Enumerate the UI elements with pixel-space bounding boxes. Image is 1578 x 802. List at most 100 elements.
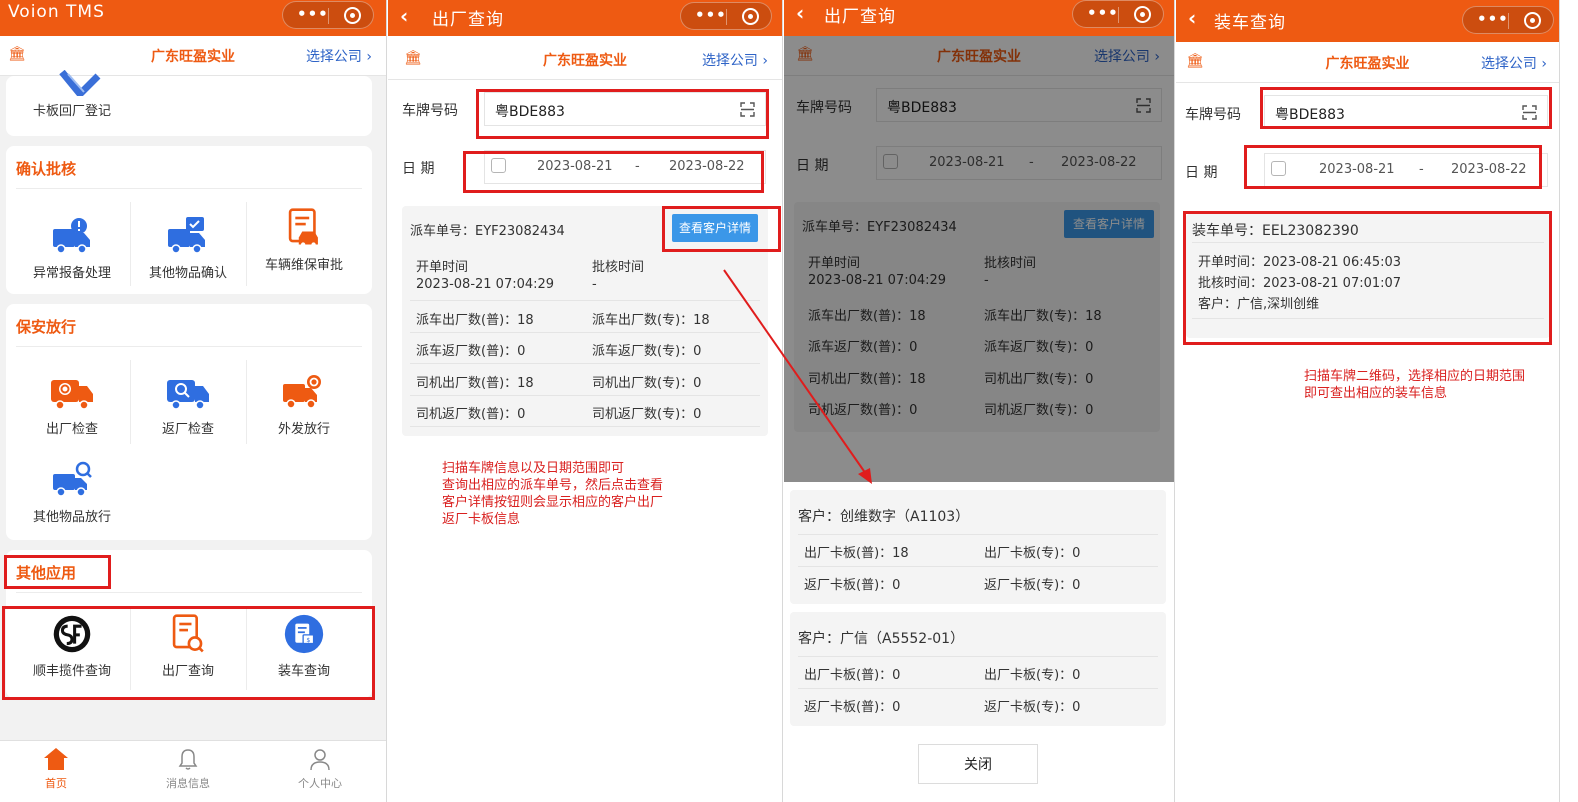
truck-check-icon	[168, 217, 205, 254]
back-icon[interactable]: ‹	[400, 4, 408, 28]
home-screen: Voion TMS ••• 🏛 广东旺盈实业 选择公司 › 卡板回厂登记 确认批…	[0, 0, 387, 802]
bell-icon	[178, 749, 198, 770]
user-icon	[310, 749, 330, 771]
open-time-value: 2023-08-21 07:04:29	[416, 277, 555, 292]
pallet-stat: 返厂卡板(专)：0	[984, 700, 1081, 715]
grid-item-outbound-release[interactable]: 外发放行	[246, 372, 362, 437]
pallet-stat: 出厂卡板(普)：18	[804, 546, 909, 561]
app-title: Voion TMS	[8, 2, 105, 22]
stat: 司机返厂数(普)：0	[416, 407, 526, 422]
page-title: 出厂查询	[432, 10, 504, 30]
company-bar: 🏛 广东旺盈实业 选择公司 ›	[1176, 43, 1559, 83]
customer-name: 客户：广信（A5552-01）	[798, 631, 965, 647]
close-target-icon[interactable]	[742, 8, 759, 25]
pallet-stat: 出厂卡板(专)：0	[984, 668, 1081, 683]
grid-item-other-confirm[interactable]: 其他物品确认	[130, 216, 246, 281]
more-icon[interactable]: •••	[1087, 4, 1119, 22]
close-target-icon[interactable]	[1524, 12, 1541, 29]
close-target-icon[interactable]	[344, 7, 361, 24]
grid-item-maintenance[interactable]: 车辆维保审批	[246, 208, 362, 273]
open-time-label: 开单时间	[416, 260, 469, 275]
stat: 司机出厂数(专)：0	[592, 376, 702, 391]
section-security: 保安放行 出厂检查 返厂检查 外发放行 其他物品放行	[6, 304, 372, 540]
grid-item-pallet-return[interactable]: 卡板回厂登记	[14, 100, 130, 119]
more-icon[interactable]: •••	[297, 5, 329, 23]
pallet-stat: 出厂卡板(普)：0	[804, 668, 901, 683]
partial-card: 卡板回厂登记	[6, 70, 372, 136]
more-icon[interactable]: •••	[1477, 10, 1509, 28]
miniapp-capsule[interactable]: •••	[1462, 6, 1554, 34]
truck-magnifier-icon	[283, 375, 321, 409]
customer-card: 客户：广信（A5552-01） 出厂卡板(普)：0 出厂卡板(专)：0 返厂卡板…	[790, 612, 1166, 726]
back-icon[interactable]: ‹	[796, 1, 804, 25]
page-title: 出厂查询	[824, 7, 896, 27]
dispatch-number: 派车单号：EYF23082434	[410, 224, 565, 239]
pallet-stat: 出厂卡板(专)：0	[984, 546, 1081, 561]
pallet-stat: 返厂卡板(普)：0	[804, 700, 901, 715]
customer-name: 客户：创维数字（A1103）	[798, 509, 970, 525]
customer-card: 客户：创维数字（A1103） 出厂卡板(普)：18 出厂卡板(专)：0 返厂卡板…	[790, 490, 1166, 604]
more-icon[interactable]: •••	[695, 6, 727, 24]
annotation-box	[2, 606, 375, 700]
top-bar: ‹ 出厂查询 •••	[388, 0, 782, 36]
pallet-stat: 返厂卡板(专)：0	[984, 578, 1081, 593]
miniapp-capsule[interactable]: •••	[282, 1, 374, 29]
grid-item-other-release[interactable]: 其他物品放行	[14, 460, 130, 525]
annotation-note: 扫描车牌信息以及日期范围即可 查询出相应的派车单号，然后点击查看 客户详情按钮则…	[442, 461, 664, 527]
stat: 司机返厂数(专)：0	[592, 407, 702, 422]
plate-label: 车牌号码	[402, 103, 458, 119]
annotation-box	[476, 89, 769, 139]
select-company-link[interactable]: 选择公司 ›	[1481, 53, 1547, 73]
date-label: 日 期	[402, 161, 435, 177]
plate-label: 车牌号码	[1185, 107, 1241, 123]
approve-time-value: -	[592, 277, 597, 292]
doc-car-icon	[288, 208, 318, 247]
company-bar: 🏛 广东旺盈实业 选择公司 ›	[388, 40, 782, 80]
stat: 派车出厂数(普)：18	[416, 313, 534, 328]
miniapp-capsule[interactable]: •••	[1072, 0, 1164, 28]
pallet-icon	[59, 70, 101, 96]
miniapp-capsule[interactable]: •••	[680, 2, 772, 30]
select-company-link[interactable]: 选择公司 ›	[702, 50, 768, 70]
pallet-stat: 返厂卡板(普)：0	[804, 578, 901, 593]
annotation-box	[4, 555, 111, 589]
select-company-link[interactable]: 选择公司 ›	[306, 46, 372, 66]
close-target-icon[interactable]	[1134, 6, 1151, 23]
stat: 派车返厂数(普)：0	[416, 344, 526, 359]
tab-messages[interactable]: 消息信息	[148, 747, 228, 791]
section-title: 确认批核	[16, 160, 77, 178]
top-bar: Voion TMS •••	[0, 0, 386, 36]
home-icon	[44, 748, 68, 770]
tab-bar: 首页 消息信息 个人中心	[0, 740, 386, 802]
customer-detail-screen: ‹ 出厂查询 ••• 🏛 广东旺盈实业 选择公司 › 车牌号码 粤BDE883 …	[784, 0, 1175, 802]
date-label: 日 期	[1185, 165, 1218, 181]
grid-item-return-check[interactable]: 返厂检查	[130, 372, 246, 437]
stat: 派车返厂数(专)：0	[592, 344, 702, 359]
section-confirm: 确认批核 异常报备处理 其他物品确认 车辆维保审批	[6, 146, 372, 294]
page-title: 装车查询	[1214, 13, 1286, 33]
close-button[interactable]: 关闭	[918, 744, 1038, 784]
tab-home[interactable]: 首页	[16, 747, 96, 791]
annotation-box	[1183, 211, 1552, 345]
annotation-box	[1260, 87, 1552, 129]
modal-overlay[interactable]	[784, 36, 1174, 482]
tab-profile[interactable]: 个人中心	[280, 747, 360, 791]
truck-search-orange-icon	[51, 380, 93, 410]
section-title: 保安放行	[16, 318, 77, 336]
annotation-note: 扫描车牌二维码，选择相应的日期范围 即可查出相应的装车信息	[1304, 369, 1526, 401]
annotation-box	[463, 151, 764, 193]
exit-query-screen: ‹ 出厂查询 ••• 🏛 广东旺盈实业 选择公司 › 车牌号码 粤BDE883 …	[388, 0, 783, 802]
grid-item-exit-check[interactable]: 出厂检查	[14, 372, 130, 437]
truck-search-small-icon	[53, 461, 92, 497]
truck-search-blue-icon	[167, 380, 209, 410]
grid-item-exception[interactable]: 异常报备处理	[14, 216, 130, 281]
top-bar: ‹ 出厂查询 •••	[784, 0, 1174, 36]
top-bar: ‹ 装车查询 •••	[1176, 0, 1559, 42]
approve-time-label: 批核时间	[592, 260, 645, 275]
annotation-box	[662, 206, 781, 252]
back-icon[interactable]: ‹	[1188, 6, 1196, 30]
stat: 司机出厂数(普)：18	[416, 376, 534, 391]
annotation-box	[1244, 145, 1542, 189]
stat: 派车出厂数(专)：18	[592, 313, 710, 328]
truck-alert-icon	[53, 218, 90, 254]
